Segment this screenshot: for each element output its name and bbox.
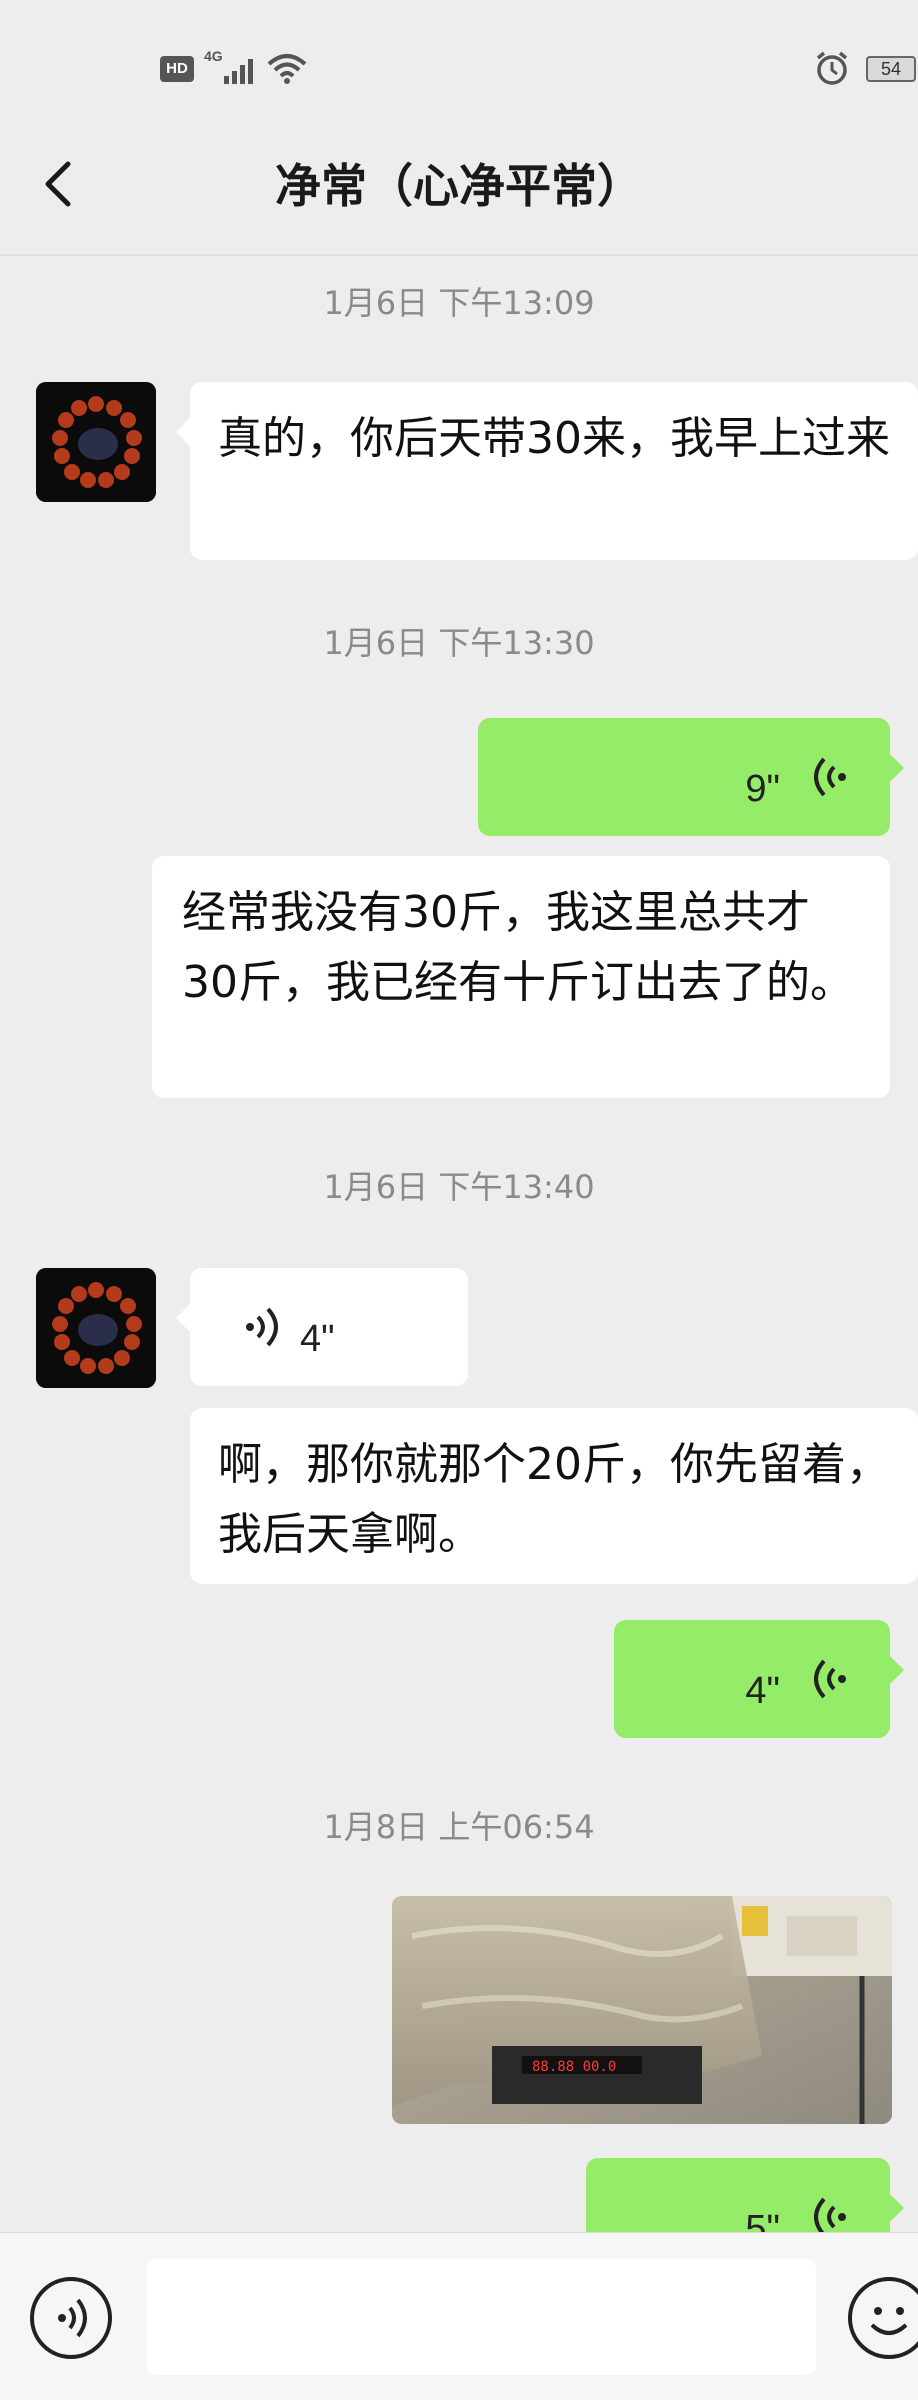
message-timestamp: 1月6日 下午13:40 (323, 1168, 595, 1206)
bead-bracelet-avatar-icon (36, 1268, 156, 1388)
incoming-text-message[interactable]: 啊，那你就那个20斤，你先留着，我后天拿啊。 (190, 1408, 918, 1584)
voice-duration: 4" (745, 1670, 780, 1712)
message-text: 啊，那你就那个20斤，你先留着，我后天拿啊。 (218, 1439, 890, 1560)
voice-mode-icon[interactable] (30, 2277, 112, 2359)
voice-wave-icon (814, 1659, 846, 1699)
outgoing-text-message[interactable]: 经常我没有30斤，我这里总共才30斤，我已经有十斤订出去了的。 (152, 856, 890, 1098)
input-bar (0, 2232, 918, 2400)
network-type: 4G (204, 48, 223, 64)
avatar[interactable] (36, 1268, 156, 1388)
voice-duration: 4" (300, 1318, 335, 1360)
battery-indicator: 54 (866, 56, 916, 82)
wifi-icon (267, 54, 307, 84)
incoming-voice-message[interactable]: 4" (176, 1268, 468, 1386)
emoji-icon[interactable] (848, 2277, 918, 2359)
signal-icon (224, 59, 253, 84)
voice-wave-icon (246, 1307, 278, 1347)
message-timestamp: 1月6日 下午13:30 (323, 624, 595, 662)
outgoing-voice-message[interactable]: 9" (478, 718, 904, 836)
outgoing-voice-message[interactable]: 4" (614, 1620, 904, 1738)
message-timestamp: 1月6日 下午13:09 (323, 284, 595, 322)
chat-header: 净常（心净平常） (0, 120, 918, 254)
scale-photo-icon: 88.88 00.0 (392, 1896, 892, 2124)
svg-text:88.88 00.0: 88.88 00.0 (532, 2059, 616, 2075)
bead-bracelet-avatar-icon (36, 382, 156, 502)
hd-badge: HD (160, 56, 194, 82)
avatar[interactable] (36, 382, 156, 502)
chat-title: 净常（心净平常） (275, 159, 643, 213)
voice-wave-icon (814, 757, 846, 797)
message-text: 经常我没有30斤，我这里总共才30斤，我已经有十斤订出去了的。 (182, 887, 854, 1008)
incoming-text-message[interactable]: 真的，你后天带30来，我早上过来 (176, 382, 918, 560)
alarm-icon (816, 51, 848, 85)
voice-wave-icon (58, 2298, 87, 2338)
smiley-icon (870, 2307, 908, 2335)
outgoing-image-message[interactable]: 88.88 00.0 (392, 1896, 892, 2124)
message-text: 真的，你后天带30来，我早上过来 (218, 413, 890, 464)
message-input[interactable] (146, 2259, 816, 2375)
status-bar: HD 4G 54 (0, 0, 918, 120)
voice-duration: 9" (745, 768, 780, 810)
header-divider (0, 254, 918, 256)
message-timestamp: 1月8日 上午06:54 (323, 1808, 595, 1846)
